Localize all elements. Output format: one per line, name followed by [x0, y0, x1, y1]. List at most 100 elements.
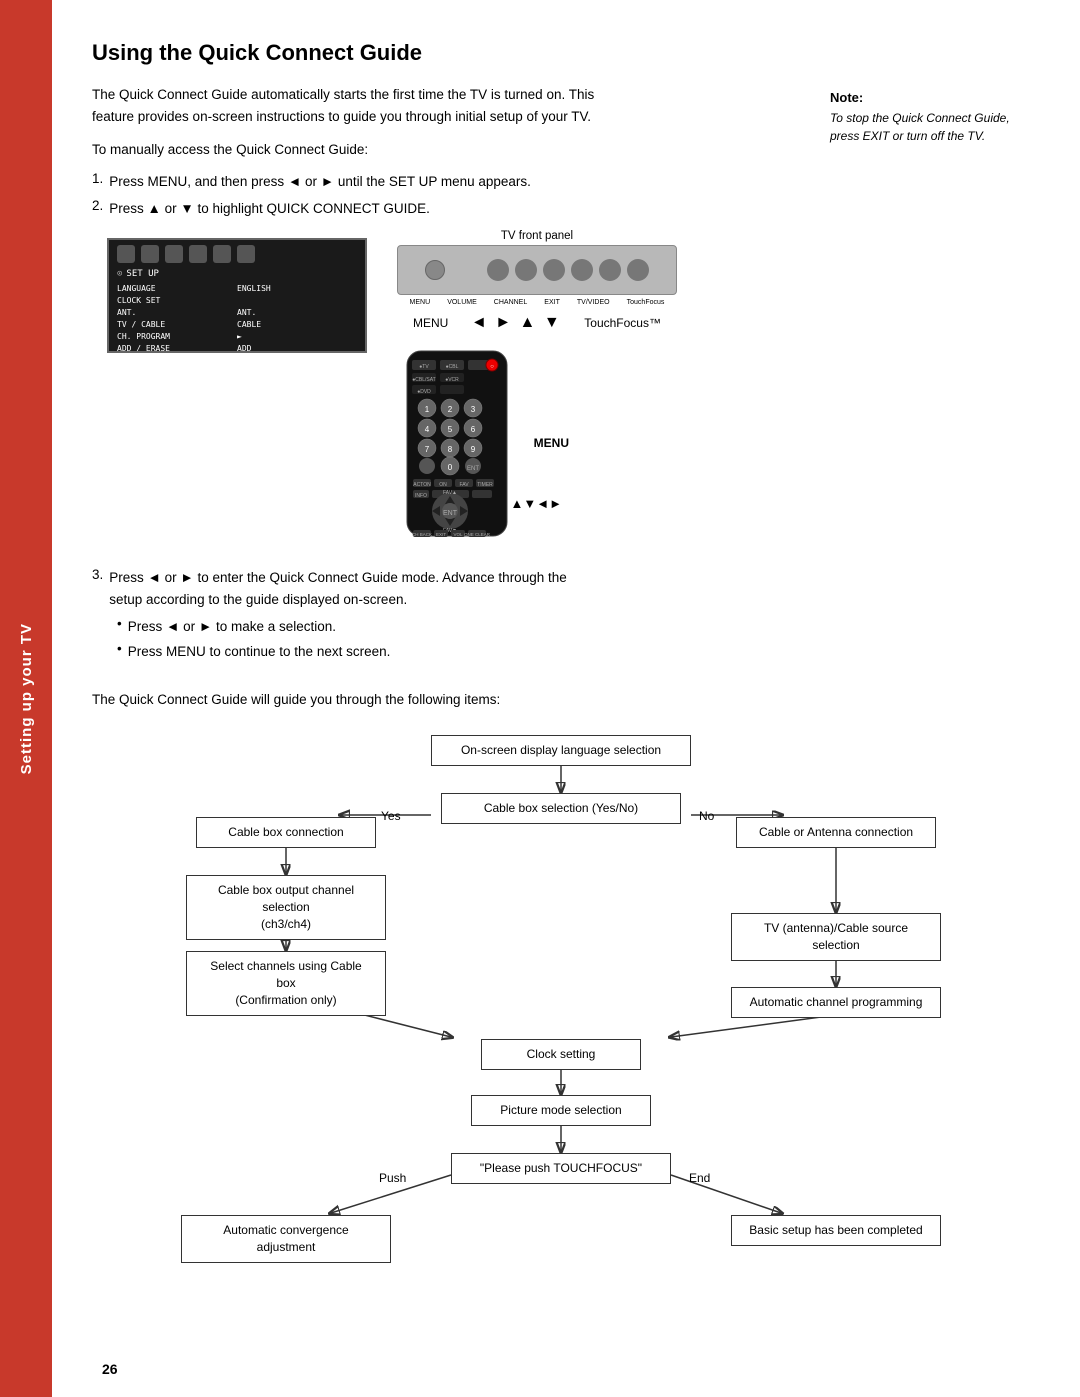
remote-wrapper: ●TV ●CBL ○ ●CBL/SAT ●VCR — [397, 346, 677, 551]
tv-remote-panel: TV front panel — [397, 230, 677, 551]
step1-text: Press MENU, and then press ◄ or ► until … — [109, 171, 531, 193]
box-please-push: "Please push TOUCHFOCUS" — [451, 1153, 671, 1184]
step3-area: 3. Press ◄ or ► to enter the Quick Conne… — [92, 567, 602, 662]
svg-text:7: 7 — [425, 445, 430, 454]
step2-text: Press ▲ or ▼ to highlight QUICK CONNECT … — [109, 198, 430, 220]
step2: 2. Press ▲ or ▼ to highlight QUICK CONNE… — [92, 198, 602, 220]
menu-label: MENU — [413, 316, 448, 330]
panel-btn-focus — [627, 259, 649, 281]
panel-btn-exit — [571, 259, 593, 281]
box-picture: Picture mode selection — [471, 1095, 651, 1126]
flow-wrap: On-screen display language selection Cab… — [121, 727, 1001, 1347]
svg-text:●TV: ●TV — [419, 364, 429, 370]
svg-text:6: 6 — [471, 425, 476, 434]
svg-text:●DVD: ●DVD — [417, 389, 431, 395]
remote-menu-label: MENU — [534, 436, 569, 450]
menu-icon-6 — [237, 245, 255, 263]
bullet2-text: Press MENU to continue to the next scree… — [128, 641, 391, 663]
menu-icon-2 — [141, 245, 159, 263]
cable-output-line1: Cable box output channel selection — [218, 883, 354, 914]
bullet2: • Press MENU to continue to the next scr… — [117, 641, 602, 663]
box-cable-conn: Cable box connection — [196, 817, 376, 848]
svg-text:ON: ON — [439, 482, 447, 488]
panel-button-labels: MENU VOLUME CHANNEL EXIT TV/VIDEO TouchF… — [397, 299, 677, 306]
svg-text:FAV: FAV — [459, 482, 469, 488]
svg-text:ACTON: ACTON — [413, 482, 431, 488]
svg-text:●CBL/SAT: ●CBL/SAT — [412, 377, 436, 383]
main-content: Using the Quick Connect Guide The Quick … — [52, 0, 1080, 1397]
page-title: Using the Quick Connect Guide — [92, 40, 1030, 66]
label-no: No — [699, 809, 714, 823]
sidebar: Setting up your TV — [0, 0, 52, 1397]
label-yes: Yes — [381, 809, 401, 823]
panel-buttons-top — [425, 260, 445, 280]
steps-1-2: 1. Press MENU, and then press ◄ or ► unt… — [92, 171, 602, 220]
svg-text:ONE CLEAR: ONE CLEAR — [464, 532, 491, 537]
svg-text:3: 3 — [471, 405, 476, 414]
menu-icons — [117, 245, 357, 263]
step2-num: 2. — [92, 198, 103, 220]
box-cable-antenna: Cable or Antenna connection — [736, 817, 936, 848]
step3: 3. Press ◄ or ► to enter the Quick Conne… — [92, 567, 602, 610]
menu-icon-3 — [165, 245, 183, 263]
svg-text:CH BACK: CH BACK — [412, 532, 432, 537]
svg-text:○: ○ — [490, 364, 494, 370]
menu-icon-5 — [213, 245, 231, 263]
tv-panel — [397, 245, 677, 295]
note-box: Note: To stop the Quick Connect Guide, p… — [830, 90, 1030, 145]
touchfocus-label: TouchFocus™ — [584, 316, 661, 330]
menu-items: LANGUAGEENGLISH CLOCK SET ANT.ANT. TV / … — [117, 283, 357, 353]
svg-text:4: 4 — [425, 425, 430, 434]
menu-item-add-erase: ADD / ERASE — [117, 343, 237, 353]
panel-button-group — [425, 260, 445, 280]
svg-text:0: 0 — [448, 463, 453, 472]
panel-btn-menu — [487, 259, 509, 281]
note-content: To stop the Quick Connect Guide, press E… — [830, 109, 1030, 145]
panel-btn-1 — [425, 260, 445, 280]
panel-btn-vol — [515, 259, 537, 281]
box-basic-setup: Basic setup has been completed — [731, 1215, 941, 1246]
svg-text:VOL: VOL — [453, 532, 463, 537]
menu-item-clock: CLOCK SET — [117, 295, 237, 307]
svg-text:2: 2 — [448, 405, 453, 414]
svg-text:FAV▲: FAV▲ — [443, 490, 457, 496]
svg-text:8: 8 — [448, 445, 453, 454]
svg-text:TIMER: TIMER — [477, 482, 493, 488]
box-tv-antenna: TV (antenna)/Cable source selection — [731, 913, 941, 961]
bullet1: • Press ◄ or ► to make a selection. — [117, 616, 602, 638]
tv-panel-label: TV front panel — [397, 230, 677, 242]
box-cable-output: Cable box output channel selection (ch3/… — [186, 875, 386, 939]
intro-paragraph1: The Quick Connect Guide automatically st… — [92, 84, 612, 127]
menu-arrow-row: MENU ◄ ► ▲ ▼ TouchFocus™ — [397, 314, 677, 332]
svg-text:ENT: ENT — [467, 466, 479, 472]
remote-container: ●TV ●CBL ○ ●CBL/SAT ●VCR — [397, 346, 517, 551]
panel-btn-tv — [599, 259, 621, 281]
flowchart-area: The Quick Connect Guide will guide you t… — [92, 692, 1030, 1347]
menu-tv-area: ⊙ SET UP LANGUAGEENGLISH CLOCK SET ANT.A… — [92, 230, 1030, 551]
setup-label: ⊙ SET UP — [117, 267, 357, 281]
menu-item-language: LANGUAGE — [117, 283, 237, 295]
arrow-symbols: ◄ ► ▲ ▼ — [471, 314, 562, 332]
svg-text:●CBL: ●CBL — [446, 364, 459, 370]
panel-btn-ch — [543, 259, 565, 281]
menu-content: ⊙ SET UP LANGUAGEENGLISH CLOCK SET ANT.A… — [109, 240, 365, 351]
sidebar-label: Setting up your TV — [18, 623, 35, 774]
box-clock: Clock setting — [481, 1039, 641, 1070]
box-lang-select: On-screen display language selection — [431, 735, 691, 766]
svg-text:EXIT: EXIT — [436, 532, 446, 537]
bullet1-text: Press ◄ or ► to make a selection. — [128, 616, 336, 638]
box-select-ch: Select channels using Cable box (Confirm… — [186, 951, 386, 1015]
menu-icon-1 — [117, 245, 135, 263]
svg-text:1: 1 — [425, 405, 430, 414]
flowchart-intro: The Quick Connect Guide will guide you t… — [92, 692, 1030, 707]
svg-text:ENT: ENT — [443, 510, 458, 517]
step1-num: 1. — [92, 171, 103, 193]
svg-text:5: 5 — [448, 425, 453, 434]
select-ch-line1: Select channels using Cable box — [210, 959, 361, 990]
remote-svg: ●TV ●CBL ○ ●CBL/SAT ●VCR — [397, 346, 517, 546]
cable-output-line2: (ch3/ch4) — [261, 917, 311, 931]
label-push: Push — [379, 1171, 406, 1185]
step3-text: Press ◄ or ► to enter the Quick Connect … — [109, 567, 602, 610]
label-end: End — [689, 1171, 710, 1185]
select-ch-line2: (Confirmation only) — [235, 993, 336, 1007]
